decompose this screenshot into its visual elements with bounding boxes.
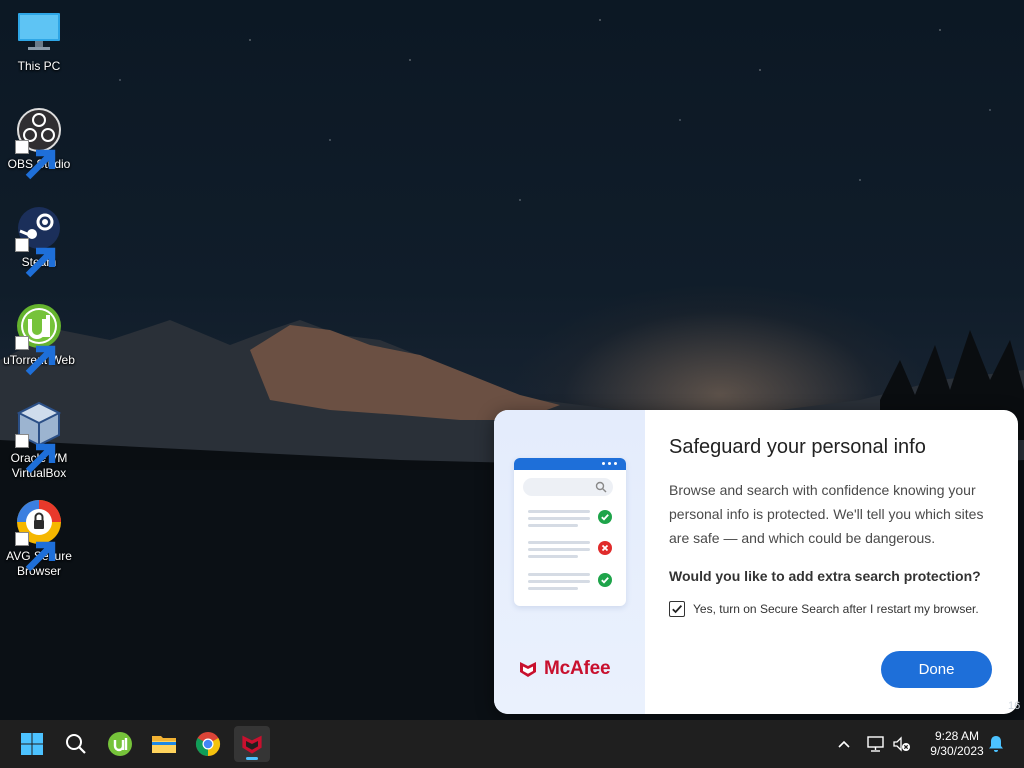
desktop-icon-virtualbox[interactable]: Oracle VM VirtualBox [1, 400, 77, 481]
steam-icon [15, 204, 63, 278]
chrome-icon [195, 732, 221, 756]
result-line [528, 517, 590, 520]
desktop-icon-label: This PC [17, 59, 61, 73]
chevron-up-icon [838, 740, 850, 748]
illustration-search-box [523, 478, 613, 496]
shortcut-arrow-icon [15, 238, 56, 278]
show-hidden-icons-button[interactable] [834, 734, 854, 754]
shortcut-arrow-icon [15, 140, 56, 180]
start-button[interactable] [14, 726, 50, 762]
window-dot-icon [608, 462, 611, 465]
utorrent-icon [108, 732, 132, 756]
taskbar-utorrent[interactable] [102, 726, 138, 762]
safe-check-icon [598, 573, 612, 587]
mcafee-secure-search-popup: McAfee Safeguard your personal info Brow… [494, 410, 1018, 714]
mcafee-shield-icon [520, 662, 536, 677]
network-icon [867, 736, 884, 752]
avg-browser-icon [15, 498, 63, 572]
result-line [528, 587, 578, 590]
shortcut-arrow-icon [15, 434, 56, 474]
desktop-icon-steam[interactable]: Steam [1, 204, 77, 278]
obs-icon [15, 106, 63, 180]
search-icon [66, 734, 86, 754]
taskbar-chrome[interactable] [190, 726, 226, 762]
taskbar-file-explorer[interactable] [146, 726, 182, 762]
result-line [528, 573, 590, 576]
secure-search-checkbox-label[interactable]: Yes, turn on Secure Search after I resta… [693, 602, 979, 616]
window-dot-icon [602, 462, 605, 465]
notifications-button[interactable] [986, 734, 1006, 754]
popup-title: Safeguard your personal info [669, 436, 926, 458]
browser-titlebar [514, 458, 626, 470]
secure-search-checkbox[interactable] [669, 601, 685, 617]
virtualbox-icon [15, 400, 63, 474]
desktop-icon-utorrent-web[interactable]: uTorrent Web [1, 302, 77, 376]
active-app-indicator [246, 757, 258, 760]
done-button[interactable]: Done [881, 651, 992, 688]
result-line [528, 548, 590, 551]
secure-search-option[interactable]: Yes, turn on Secure Search after I resta… [669, 601, 979, 617]
taskbar-clock[interactable]: 9:28 AM 9/30/2023 [922, 729, 992, 759]
result-line [528, 580, 590, 583]
computer-icon [15, 8, 63, 56]
taskbar-search-button[interactable] [58, 726, 94, 762]
browser-illustration [514, 458, 626, 606]
shortcut-arrow-icon [15, 532, 56, 572]
clock-date: 9/30/2023 [930, 744, 984, 758]
result-line [528, 510, 590, 513]
partially-hidden-text: 16 [1008, 700, 1021, 712]
taskbar: 9:28 AM 9/30/2023 [0, 720, 1024, 768]
search-icon [595, 481, 607, 493]
volume-muted-icon [893, 736, 910, 752]
volume-button[interactable] [892, 734, 912, 754]
result-line [528, 541, 590, 544]
result-line [528, 555, 578, 558]
bell-icon [989, 736, 1003, 752]
network-button[interactable] [866, 734, 886, 754]
clock-time: 9:28 AM [934, 729, 980, 743]
desktop-icon-obs-studio[interactable]: OBS Studio [1, 106, 77, 180]
file-explorer-icon [152, 736, 176, 753]
brand-name: McAfee [544, 658, 611, 679]
danger-x-icon [598, 541, 612, 555]
safe-check-icon [598, 510, 612, 524]
desktop-icon-avg-secure-browser[interactable]: AVG Secure Browser [1, 498, 77, 579]
utorrent-icon [15, 302, 63, 376]
shortcut-arrow-icon [15, 336, 56, 376]
popup-illustration-panel: McAfee [494, 410, 645, 714]
result-line [528, 524, 578, 527]
mcafee-logo: McAfee [518, 658, 611, 680]
windows-start-icon [21, 733, 43, 755]
popup-description: Browse and search with confidence knowin… [669, 482, 984, 546]
popup-question: Would you like to add extra search prote… [669, 568, 981, 584]
taskbar-mcafee[interactable] [234, 726, 270, 762]
checkmark-icon [672, 604, 683, 614]
desktop-icon-this-pc[interactable]: This PC [1, 8, 77, 74]
mcafee-icon [242, 735, 262, 754]
window-dot-icon [614, 462, 617, 465]
